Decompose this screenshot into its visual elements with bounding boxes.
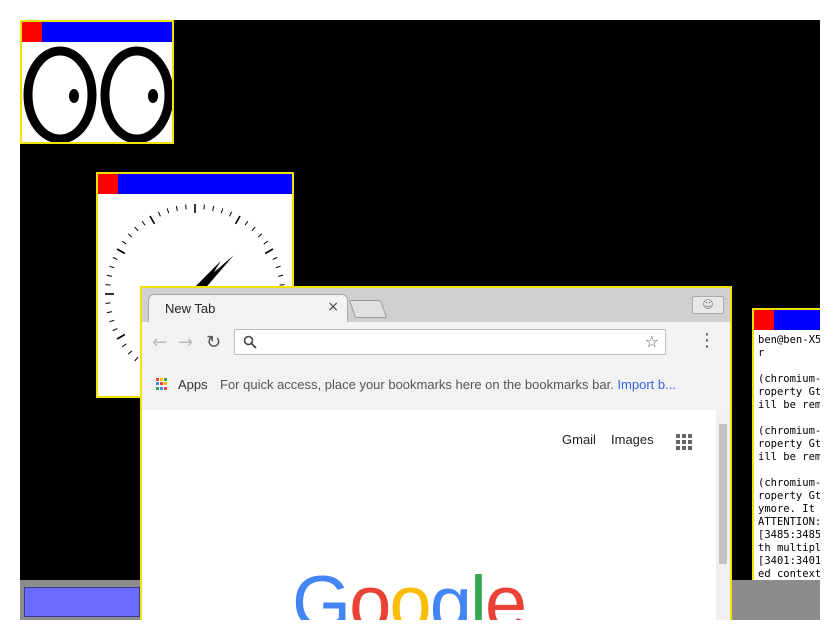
clock-tick — [220, 208, 224, 214]
search-icon — [243, 335, 257, 349]
window-close-button[interactable] — [22, 22, 42, 42]
clock-tick — [112, 328, 118, 332]
clock-tick — [109, 265, 115, 269]
terminal-line: ATTENTION: — [758, 516, 820, 528]
clock-tick — [263, 240, 269, 245]
clock-tick — [121, 343, 127, 348]
terminal-line: [3485:3485: — [758, 529, 820, 541]
apps-grid-icon[interactable] — [156, 378, 168, 390]
tab-close-icon[interactable]: × — [327, 299, 339, 315]
new-tab-button[interactable] — [348, 300, 388, 318]
terminal-line: roperty Gtk — [758, 490, 820, 502]
clock-tick — [157, 211, 161, 217]
clock-tick — [166, 208, 170, 214]
xterm-window[interactable]: ben@ben-X55r (chromium-broperty Gtkill b… — [752, 308, 820, 620]
clock-tick — [203, 204, 205, 210]
tab-strip: New Tab × ☺ — [142, 288, 730, 322]
google-apps-icon[interactable] — [676, 434, 692, 450]
clock-tick — [134, 226, 139, 232]
clock-tick — [121, 240, 127, 245]
clock-tick — [116, 333, 126, 340]
clock-tick — [109, 319, 115, 323]
terminal-line: [3401:3401: — [758, 555, 820, 567]
window-close-button[interactable] — [754, 310, 774, 330]
chromium-window[interactable]: New Tab × ☺ ← → ↻ ☆ ⋮ Apps For quick acc… — [140, 286, 732, 620]
bookmarks-bar: Apps For quick access, place your bookma… — [142, 364, 730, 411]
forward-arrow-icon[interactable]: → — [178, 332, 193, 353]
back-arrow-icon[interactable]: ← — [152, 332, 167, 353]
clock-tick — [127, 350, 133, 355]
reload-icon[interactable]: ↻ — [206, 332, 221, 353]
clock-tick — [251, 226, 256, 232]
clock-tick — [175, 205, 178, 211]
gmail-link[interactable]: Gmail — [562, 432, 596, 447]
clock-tick — [149, 215, 156, 225]
eyes-icon — [23, 46, 172, 142]
clock-tick — [234, 215, 241, 225]
terminal-line: ill be remo — [758, 399, 820, 411]
clock-tick — [275, 265, 281, 269]
google-logo: Google — [292, 561, 527, 620]
clock-tick — [272, 256, 278, 260]
terminal-line: (chromium-b — [758, 373, 820, 385]
xeyes-window[interactable] — [20, 20, 174, 144]
profile-icon[interactable]: ☺ — [692, 296, 724, 314]
terminal-line: th multiple — [758, 542, 820, 554]
clock-tick — [229, 211, 233, 217]
terminal-line: ben@ben-X55 — [758, 334, 820, 346]
clock-tick — [141, 220, 146, 226]
window-titlebar[interactable] — [22, 22, 172, 42]
terminal-line: (chromium-b — [758, 477, 820, 489]
terminal-line: roperty Gtk — [758, 386, 820, 398]
toolbar: ← → ↻ ☆ ⋮ — [142, 322, 730, 364]
window-close-button[interactable] — [98, 174, 118, 194]
import-bookmarks-link[interactable]: Import b... — [617, 377, 676, 392]
left-pupil — [69, 89, 79, 103]
terminal-line: ill be remo — [758, 451, 820, 463]
clock-tick — [264, 248, 274, 255]
clock-tick — [278, 274, 284, 277]
clock-tick — [134, 356, 139, 362]
taskbar-button[interactable] — [24, 587, 140, 617]
clock-tick — [257, 233, 263, 238]
menu-dots-icon[interactable]: ⋮ — [698, 332, 716, 350]
clock-tick — [106, 274, 112, 277]
images-link[interactable]: Images — [611, 432, 654, 447]
terminal-line: ymore. It w — [758, 503, 815, 515]
tab-new-tab[interactable]: New Tab × — [148, 294, 348, 322]
clock-tick — [127, 233, 133, 238]
x-desktop: ben@ben-X55r (chromium-broperty Gtkill b… — [20, 20, 820, 620]
clock-tick — [244, 220, 249, 226]
scrollbar[interactable] — [716, 410, 730, 620]
clock-tick — [185, 204, 187, 210]
apps-link[interactable]: Apps — [178, 377, 208, 392]
terminal-line: roperty Gtk — [758, 438, 820, 450]
bookmark-star-icon[interactable]: ☆ — [645, 332, 659, 351]
right-pupil — [148, 89, 158, 103]
tab-title: New Tab — [165, 301, 216, 316]
window-titlebar[interactable] — [98, 174, 292, 194]
new-tab-page: Gmail Images Google — [142, 410, 730, 620]
terminal-output[interactable]: ben@ben-X55r (chromium-broperty Gtkill b… — [758, 334, 820, 607]
clock-tick — [105, 302, 111, 304]
clock-tick — [112, 256, 118, 260]
scrollbar-thumb[interactable] — [719, 424, 727, 564]
omnibox-input[interactable]: ☆ — [234, 329, 666, 355]
clock-tick — [212, 205, 215, 211]
terminal-line: (chromium-b — [758, 425, 820, 437]
terminal-line: r — [758, 347, 765, 359]
clock-tick — [116, 248, 126, 255]
clock-tick — [106, 311, 112, 314]
clock-tick — [105, 284, 111, 286]
bookmarks-hint: For quick access, place your bookmarks h… — [220, 377, 676, 392]
